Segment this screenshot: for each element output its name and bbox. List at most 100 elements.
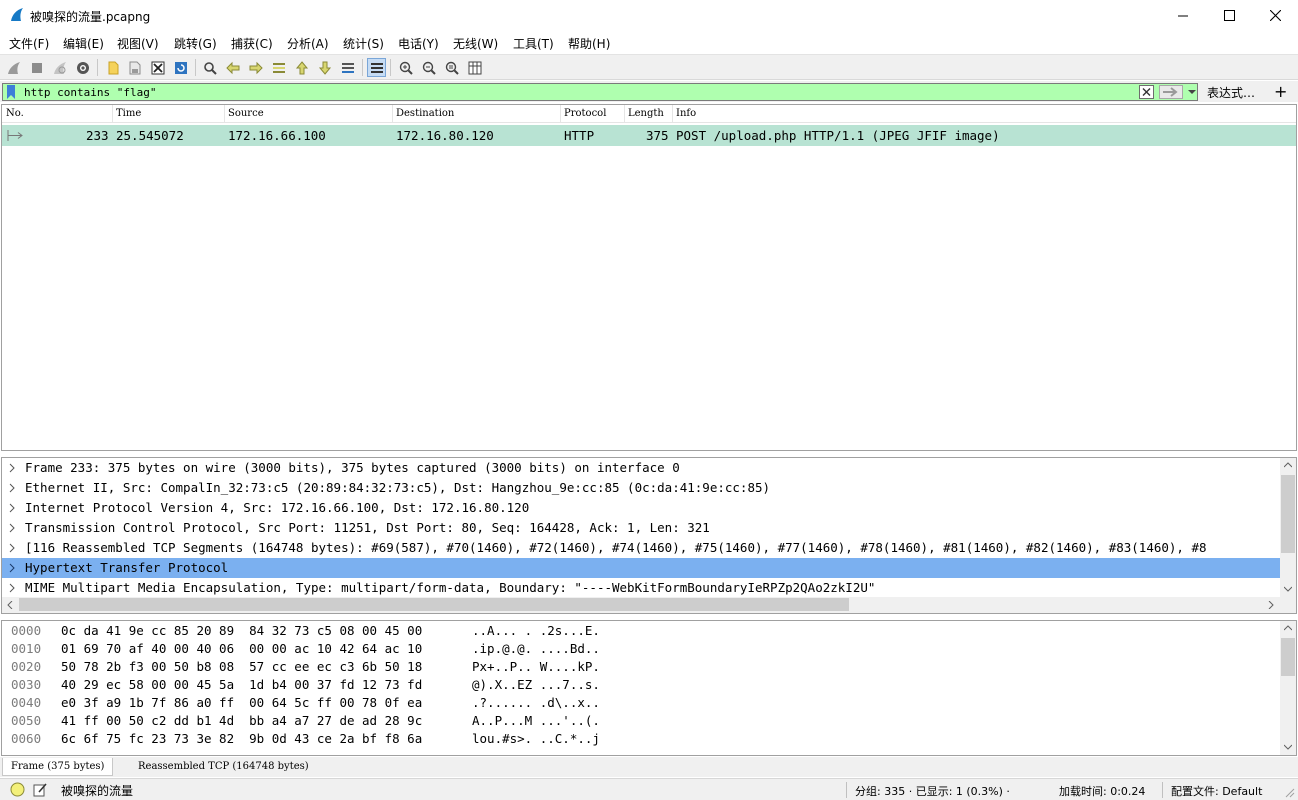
details-vertical-scrollbar[interactable] [1280, 458, 1296, 598]
close-button[interactable] [1252, 0, 1298, 31]
display-filter-input[interactable] [24, 85, 1124, 100]
resize-columns-icon [468, 61, 481, 74]
scroll-down-icon[interactable] [1284, 744, 1292, 750]
menu-analyze[interactable]: 分析(A) [287, 35, 329, 52]
detail-row-ethernet[interactable]: Ethernet II, Src: CompalIn_32:73:c5 (20:… [2, 478, 1280, 498]
capture-comment-icon[interactable] [33, 782, 48, 797]
go-back-button[interactable] [223, 58, 242, 77]
add-filter-button[interactable]: + [1274, 82, 1287, 101]
menu-statistics[interactable]: 统计(S) [343, 35, 384, 52]
detail-row-reassembled[interactable]: [116 Reassembled TCP Segments (164748 by… [2, 538, 1280, 558]
scrollbar-thumb[interactable] [1281, 638, 1295, 676]
minimize-button[interactable] [1160, 0, 1206, 31]
column-info[interactable]: Info [676, 108, 696, 119]
tab-frame-bytes[interactable]: Frame (375 bytes) [2, 758, 114, 776]
expand-arrow-icon[interactable] [8, 563, 16, 573]
column-time[interactable]: Time [116, 108, 141, 119]
expand-arrow-icon[interactable] [8, 543, 16, 553]
bytes-vertical-scrollbar[interactable] [1280, 621, 1296, 755]
status-file-name: 被嗅探的流量 [61, 784, 134, 798]
column-destination[interactable]: Destination [396, 108, 454, 119]
column-no[interactable]: No. [6, 108, 24, 119]
expand-arrow-icon[interactable] [8, 463, 16, 473]
packet-row[interactable]: 233 25.545072 172.16.66.100 172.16.80.12… [2, 125, 1296, 146]
detail-row-frame[interactable]: Frame 233: 375 bytes on wire (3000 bits)… [2, 458, 1280, 478]
bookmark-icon[interactable] [5, 85, 17, 99]
auto-scroll-icon [341, 62, 354, 73]
packet-source: 172.16.66.100 [228, 128, 326, 143]
column-length[interactable]: Length [628, 108, 664, 119]
expand-arrow-icon[interactable] [8, 583, 16, 593]
colorize-button[interactable] [367, 58, 386, 77]
hex-offset: 0060 [11, 731, 42, 746]
stop-capture-button[interactable] [27, 58, 46, 77]
status-profile[interactable]: 配置文件: Default [1171, 783, 1262, 799]
column-divider [624, 105, 625, 123]
menu-help[interactable]: 帮助(H) [568, 35, 610, 52]
expand-arrow-icon[interactable] [8, 483, 16, 493]
menu-go[interactable]: 跳转(G) [174, 35, 217, 52]
hex-offset: 0050 [11, 713, 42, 728]
column-source[interactable]: Source [228, 108, 264, 119]
find-packet-button[interactable] [200, 58, 219, 77]
menu-view[interactable]: 视图(V) [117, 35, 159, 52]
scroll-up-icon[interactable] [1284, 625, 1292, 631]
scrollbar-thumb[interactable] [1281, 475, 1295, 553]
auto-scroll-button[interactable] [338, 58, 357, 77]
menu-tools[interactable]: 工具(T) [513, 35, 554, 52]
detail-text: Frame 233: 375 bytes on wire (3000 bits)… [25, 460, 680, 475]
packet-list-header: No. Time Source Destination Protocol Len… [2, 105, 1296, 123]
status-bar: 被嗅探的流量 分组: 335 · 已显示: 1 (0.3%) · 加载时间: 0… [0, 778, 1298, 800]
zoom-out-button[interactable] [419, 58, 438, 77]
menu-wireless[interactable]: 无线(W) [453, 35, 498, 52]
hex-bytes: 0c da 41 9e cc 85 20 89 84 32 73 c5 08 0… [61, 623, 423, 638]
resize-columns-button[interactable] [465, 58, 484, 77]
tab-reassembled-tcp[interactable]: Reassembled TCP (164748 bytes) [130, 758, 317, 776]
zoom-in-button[interactable] [396, 58, 415, 77]
save-file-icon [129, 61, 140, 74]
start-capture-button[interactable] [4, 58, 23, 77]
expand-arrow-icon[interactable] [8, 503, 16, 513]
column-divider [392, 105, 393, 123]
first-packet-button[interactable] [292, 58, 311, 77]
scroll-left-icon[interactable] [7, 601, 13, 609]
scrollbar-thumb[interactable] [19, 598, 849, 611]
expand-arrow-icon[interactable] [8, 523, 16, 533]
arrow-left-icon [225, 61, 239, 74]
last-packet-button[interactable] [315, 58, 334, 77]
minimize-icon [1177, 15, 1188, 17]
maximize-button[interactable] [1206, 0, 1252, 31]
menu-edit[interactable]: 编辑(E) [63, 35, 104, 52]
detail-row-http[interactable]: Hypertext Transfer Protocol [2, 558, 1280, 578]
arrow-up-icon [295, 60, 308, 74]
close-file-button[interactable] [148, 58, 167, 77]
scroll-right-icon[interactable] [1268, 601, 1274, 609]
detail-row-tcp[interactable]: Transmission Control Protocol, Src Port:… [2, 518, 1280, 538]
go-forward-button[interactable] [246, 58, 265, 77]
expert-info-icon[interactable] [10, 782, 25, 797]
clear-filter-icon[interactable] [1139, 85, 1154, 99]
detail-row-ipv4[interactable]: Internet Protocol Version 4, Src: 172.16… [2, 498, 1280, 518]
details-horizontal-scrollbar[interactable] [2, 597, 1296, 613]
resize-grip-icon[interactable] [1284, 787, 1295, 798]
column-protocol[interactable]: Protocol [564, 108, 606, 119]
open-file-button[interactable] [103, 58, 122, 77]
scroll-down-icon[interactable] [1284, 586, 1292, 592]
menu-capture[interactable]: 捕获(C) [231, 35, 273, 52]
menu-file[interactable]: 文件(F) [9, 35, 49, 52]
expression-button[interactable]: 表达式… [1207, 84, 1255, 101]
capture-options-button[interactable] [73, 58, 92, 77]
go-to-packet-button[interactable] [269, 58, 288, 77]
chevron-down-icon[interactable] [1186, 85, 1198, 99]
detail-text: [116 Reassembled TCP Segments (164748 by… [25, 540, 1207, 555]
save-file-button[interactable] [125, 58, 144, 77]
menu-telephony[interactable]: 电话(Y) [398, 35, 439, 52]
restart-capture-button[interactable] [50, 58, 69, 77]
packet-no: 233 [86, 128, 109, 143]
reload-file-button[interactable] [171, 58, 190, 77]
normal-size-button[interactable] [442, 58, 461, 77]
detail-row-mime[interactable]: MIME Multipart Media Encapsulation, Type… [2, 578, 1280, 598]
apply-filter-icon[interactable] [1159, 85, 1183, 99]
scroll-up-icon[interactable] [1284, 462, 1292, 468]
shark-fin-icon [7, 61, 20, 74]
